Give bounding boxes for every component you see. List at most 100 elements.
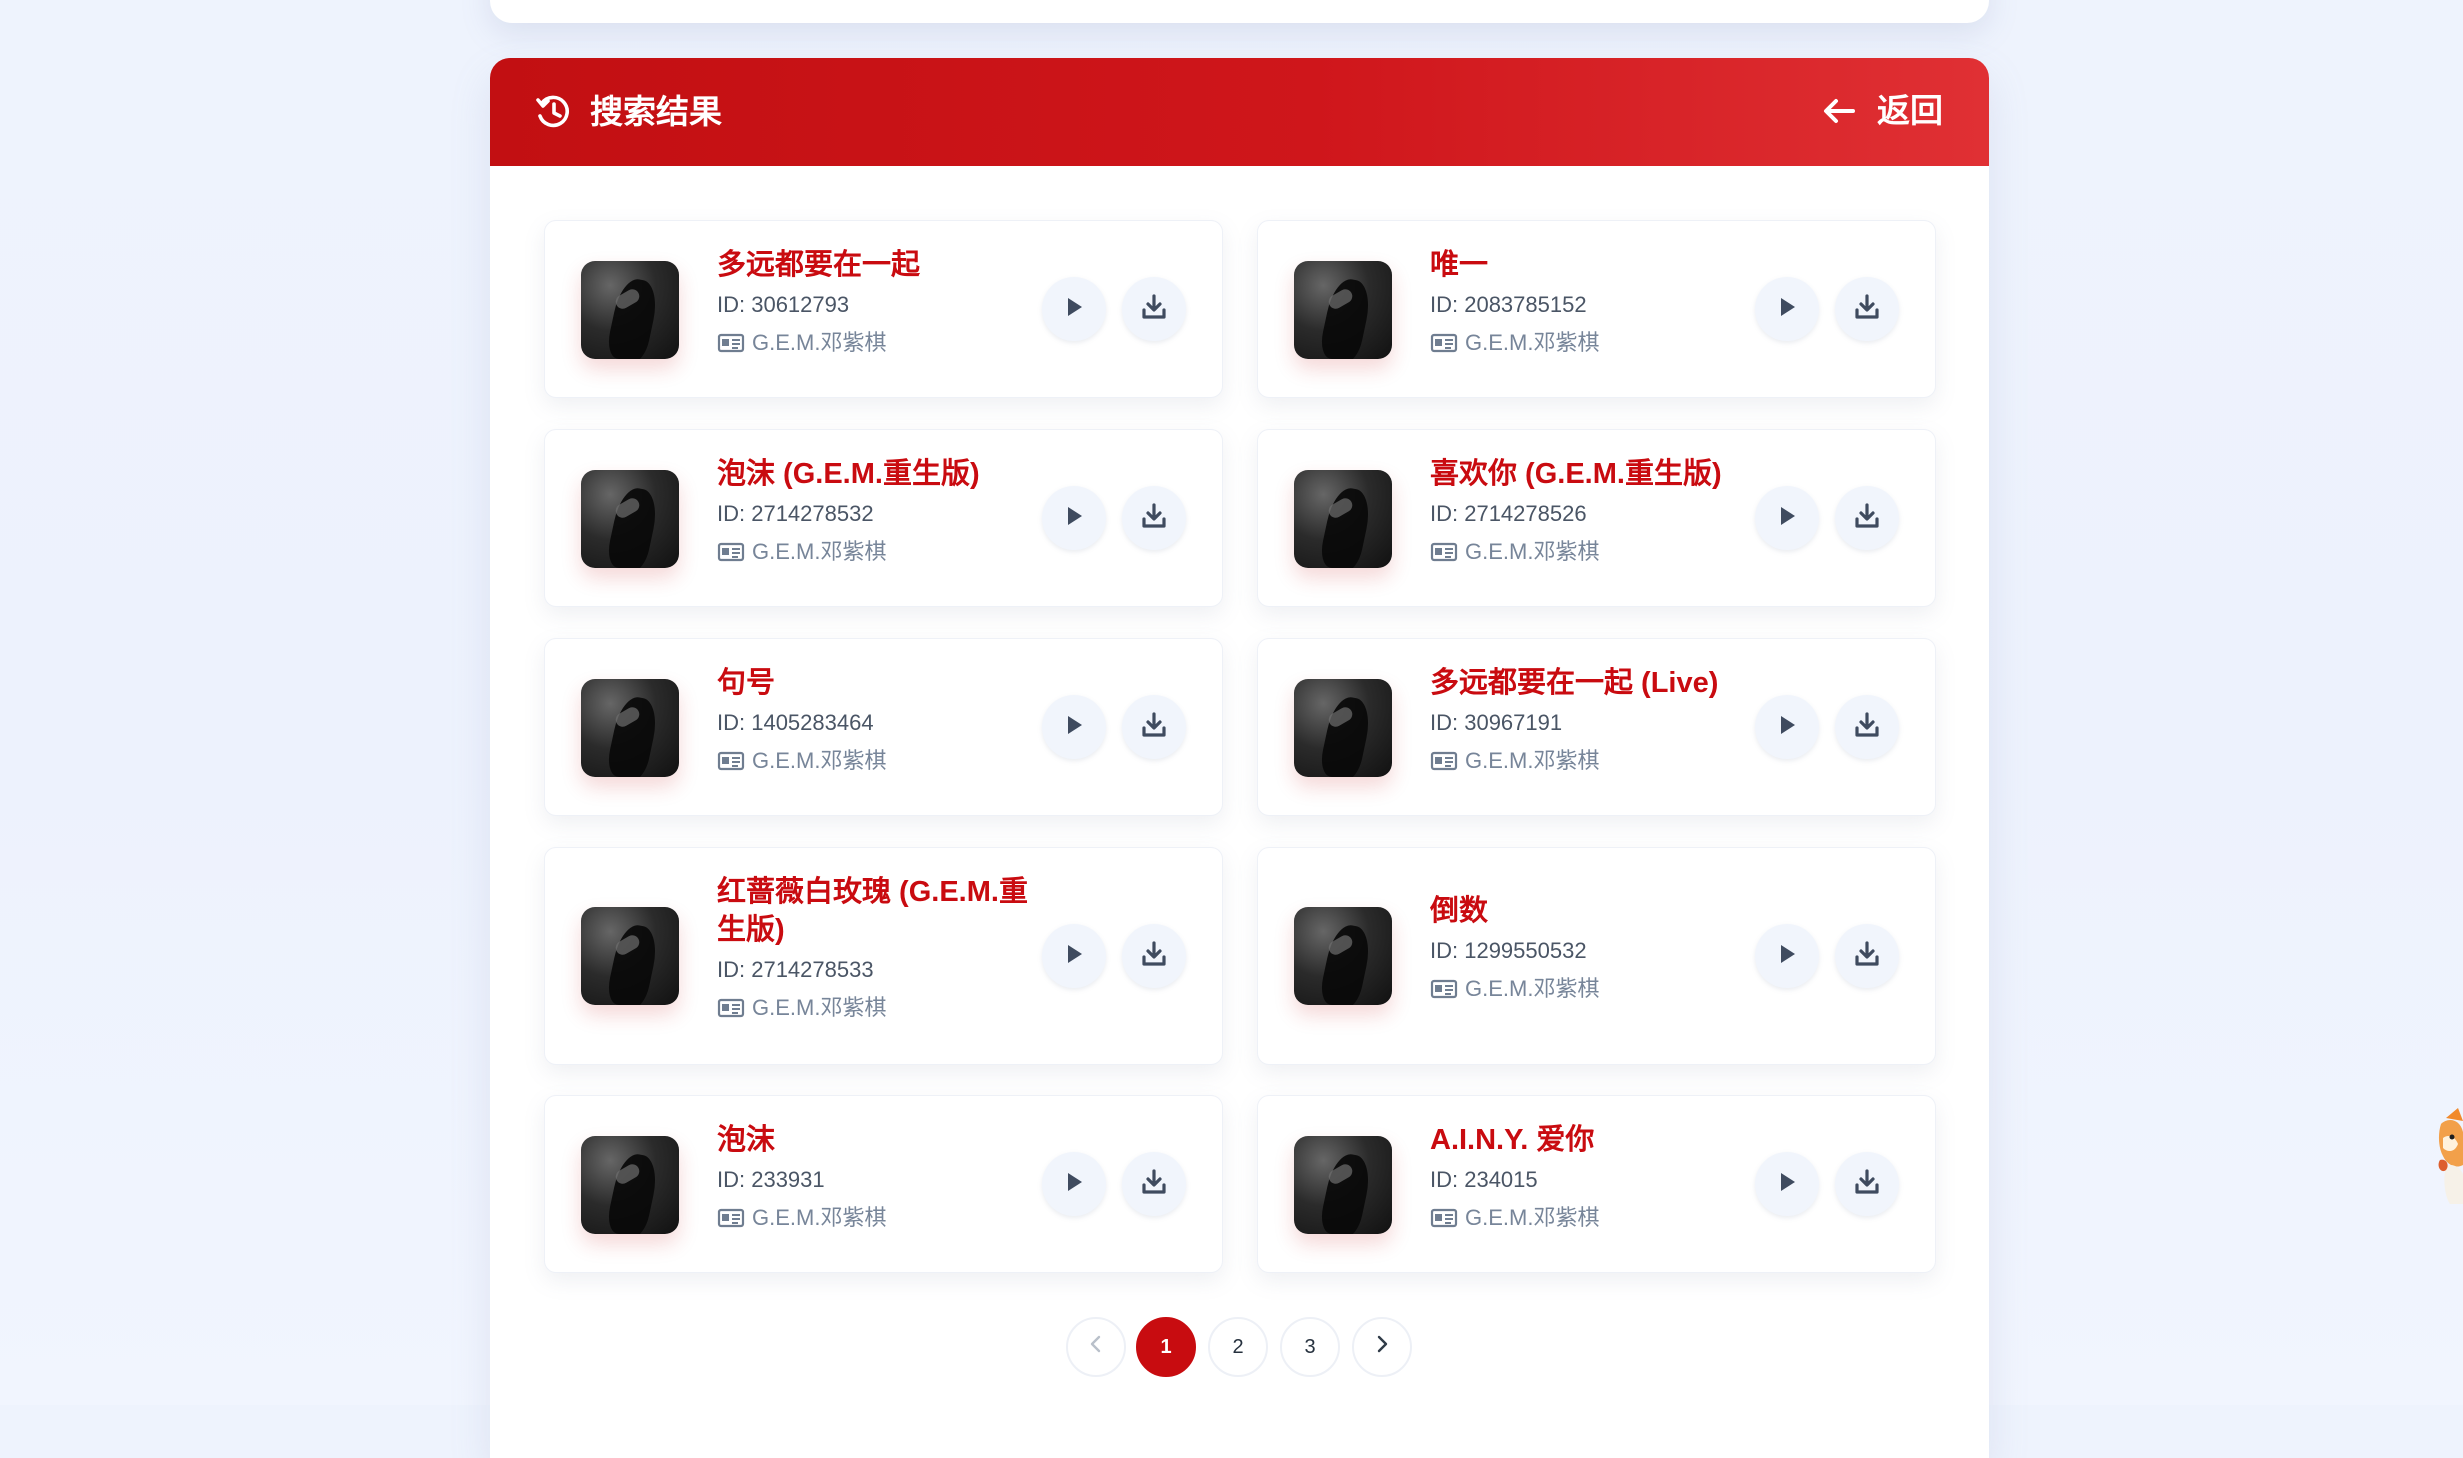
play-button[interactable] (1755, 277, 1819, 341)
download-icon (1139, 501, 1169, 536)
download-icon (1139, 292, 1169, 327)
artist-name[interactable]: G.E.M.邓紫棋 (752, 993, 886, 1023)
play-icon (1063, 504, 1085, 533)
song-title[interactable]: 喜欢你 (G.E.M.重生版) (1430, 455, 1760, 493)
artist-name[interactable]: G.E.M.邓紫棋 (752, 537, 886, 567)
id-card-icon (1430, 332, 1458, 354)
song-actions (1755, 1152, 1899, 1216)
page-1-button[interactable]: 1 (1136, 1317, 1196, 1377)
song-info: A.I.N.Y. 爱你 ID: 234015 G.E.M.邓紫棋 (1430, 1121, 1760, 1233)
song-info: 唯一 ID: 2083785152 G.E.M.邓紫棋 (1430, 246, 1760, 358)
song-title[interactable]: 多远都要在一起 (717, 246, 1047, 284)
album-cover (581, 261, 679, 359)
song-title[interactable]: 红蔷薇白玫瑰 (G.E.M.重生版) (717, 873, 1047, 949)
song-title[interactable]: 唯一 (1430, 246, 1760, 284)
download-icon (1139, 710, 1169, 745)
download-button[interactable] (1835, 277, 1899, 341)
song-card: 多远都要在一起 (Live) ID: 30967191 G.E.M.邓紫棋 (1257, 638, 1936, 816)
play-button[interactable] (1042, 277, 1106, 341)
song-info: 多远都要在一起 (Live) ID: 30967191 G.E.M.邓紫棋 (1430, 664, 1760, 776)
song-title[interactable]: 句号 (717, 664, 1047, 702)
id-card-icon (717, 541, 745, 563)
play-button[interactable] (1755, 924, 1819, 988)
album-cover (1294, 1136, 1392, 1234)
download-button[interactable] (1835, 486, 1899, 550)
page-3-button[interactable]: 3 (1280, 1317, 1340, 1377)
play-button[interactable] (1755, 695, 1819, 759)
play-button[interactable] (1042, 695, 1106, 759)
artist-name[interactable]: G.E.M.邓紫棋 (1465, 1203, 1599, 1233)
pagination: 1 2 3 (1066, 1317, 1412, 1381)
download-button[interactable] (1835, 695, 1899, 759)
play-button[interactable] (1042, 486, 1106, 550)
download-button[interactable] (1122, 486, 1186, 550)
song-title[interactable]: 多远都要在一起 (Live) (1430, 664, 1760, 702)
download-icon (1852, 710, 1882, 745)
song-actions (1042, 277, 1186, 341)
download-button[interactable] (1122, 695, 1186, 759)
play-button[interactable] (1042, 924, 1106, 988)
artist-line: G.E.M.邓紫棋 (1430, 537, 1760, 567)
artist-line: G.E.M.邓紫棋 (717, 328, 1047, 358)
album-cover (581, 679, 679, 777)
artist-line: G.E.M.邓紫棋 (1430, 746, 1760, 776)
page-number: 1 (1160, 1335, 1172, 1358)
play-button[interactable] (1042, 1152, 1106, 1216)
play-icon (1776, 1170, 1798, 1199)
results-title-group: 搜索结果 (534, 91, 722, 133)
download-icon (1852, 939, 1882, 974)
download-icon (1852, 501, 1882, 536)
id-card-icon (717, 997, 745, 1019)
song-id: ID: 30967191 (1430, 710, 1563, 735)
song-info: 泡沫 (G.E.M.重生版) ID: 2714278532 G.E.M.邓紫棋 (717, 455, 1047, 567)
results-header: 搜索结果 返回 (490, 58, 1989, 166)
download-button[interactable] (1835, 1152, 1899, 1216)
song-card: 喜欢你 (G.E.M.重生版) ID: 2714278526 G.E.M.邓紫棋 (1257, 429, 1936, 607)
song-info: 多远都要在一起 ID: 30612793 G.E.M.邓紫棋 (717, 246, 1047, 358)
artist-name[interactable]: G.E.M.邓紫棋 (752, 1203, 886, 1233)
play-icon (1063, 295, 1085, 324)
previous-page-button[interactable] (1066, 1317, 1126, 1377)
download-button[interactable] (1122, 924, 1186, 988)
song-id: ID: 1405283464 (717, 710, 874, 735)
id-card-icon (1430, 978, 1458, 1000)
download-icon (1139, 1167, 1169, 1202)
song-title[interactable]: A.I.N.Y. 爱你 (1430, 1121, 1760, 1159)
artist-name[interactable]: G.E.M.邓紫棋 (752, 746, 886, 776)
history-icon (534, 93, 572, 131)
play-icon (1063, 713, 1085, 742)
artist-name[interactable]: G.E.M.邓紫棋 (1465, 746, 1599, 776)
artist-name[interactable]: G.E.M.邓紫棋 (1465, 974, 1599, 1004)
song-id: ID: 233931 (717, 1167, 825, 1192)
artist-name[interactable]: G.E.M.邓紫棋 (1465, 537, 1599, 567)
back-button[interactable]: 返回 (1819, 89, 1943, 133)
download-button[interactable] (1122, 1152, 1186, 1216)
album-cover (1294, 261, 1392, 359)
artist-name[interactable]: G.E.M.邓紫棋 (1465, 328, 1599, 358)
page-2-button[interactable]: 2 (1208, 1317, 1268, 1377)
next-page-button[interactable] (1352, 1317, 1412, 1377)
play-button[interactable] (1755, 1152, 1819, 1216)
song-info: 句号 ID: 1405283464 G.E.M.邓紫棋 (717, 664, 1047, 776)
song-title[interactable]: 泡沫 (717, 1121, 1047, 1159)
artist-name[interactable]: G.E.M.邓紫棋 (752, 328, 886, 358)
song-title[interactable]: 倒数 (1430, 892, 1760, 930)
song-card: 倒数 ID: 1299550532 G.E.M.邓紫棋 (1257, 847, 1936, 1065)
id-card-icon (1430, 1207, 1458, 1229)
song-card: 多远都要在一起 ID: 30612793 G.E.M.邓紫棋 (544, 220, 1223, 398)
song-info: 喜欢你 (G.E.M.重生版) ID: 2714278526 G.E.M.邓紫棋 (1430, 455, 1760, 567)
download-button[interactable] (1835, 924, 1899, 988)
song-id: ID: 2083785152 (1430, 292, 1587, 317)
album-cover (1294, 470, 1392, 568)
id-card-icon (1430, 541, 1458, 563)
side-mascot-image (2436, 1108, 2463, 1204)
play-icon (1776, 504, 1798, 533)
song-title[interactable]: 泡沫 (G.E.M.重生版) (717, 455, 1047, 493)
song-actions (1755, 486, 1899, 550)
play-icon (1776, 942, 1798, 971)
page-number: 2 (1232, 1335, 1244, 1358)
play-button[interactable] (1755, 486, 1819, 550)
song-card: 句号 ID: 1405283464 G.E.M.邓紫棋 (544, 638, 1223, 816)
previous-panel-edge (490, 0, 1989, 23)
download-button[interactable] (1122, 277, 1186, 341)
